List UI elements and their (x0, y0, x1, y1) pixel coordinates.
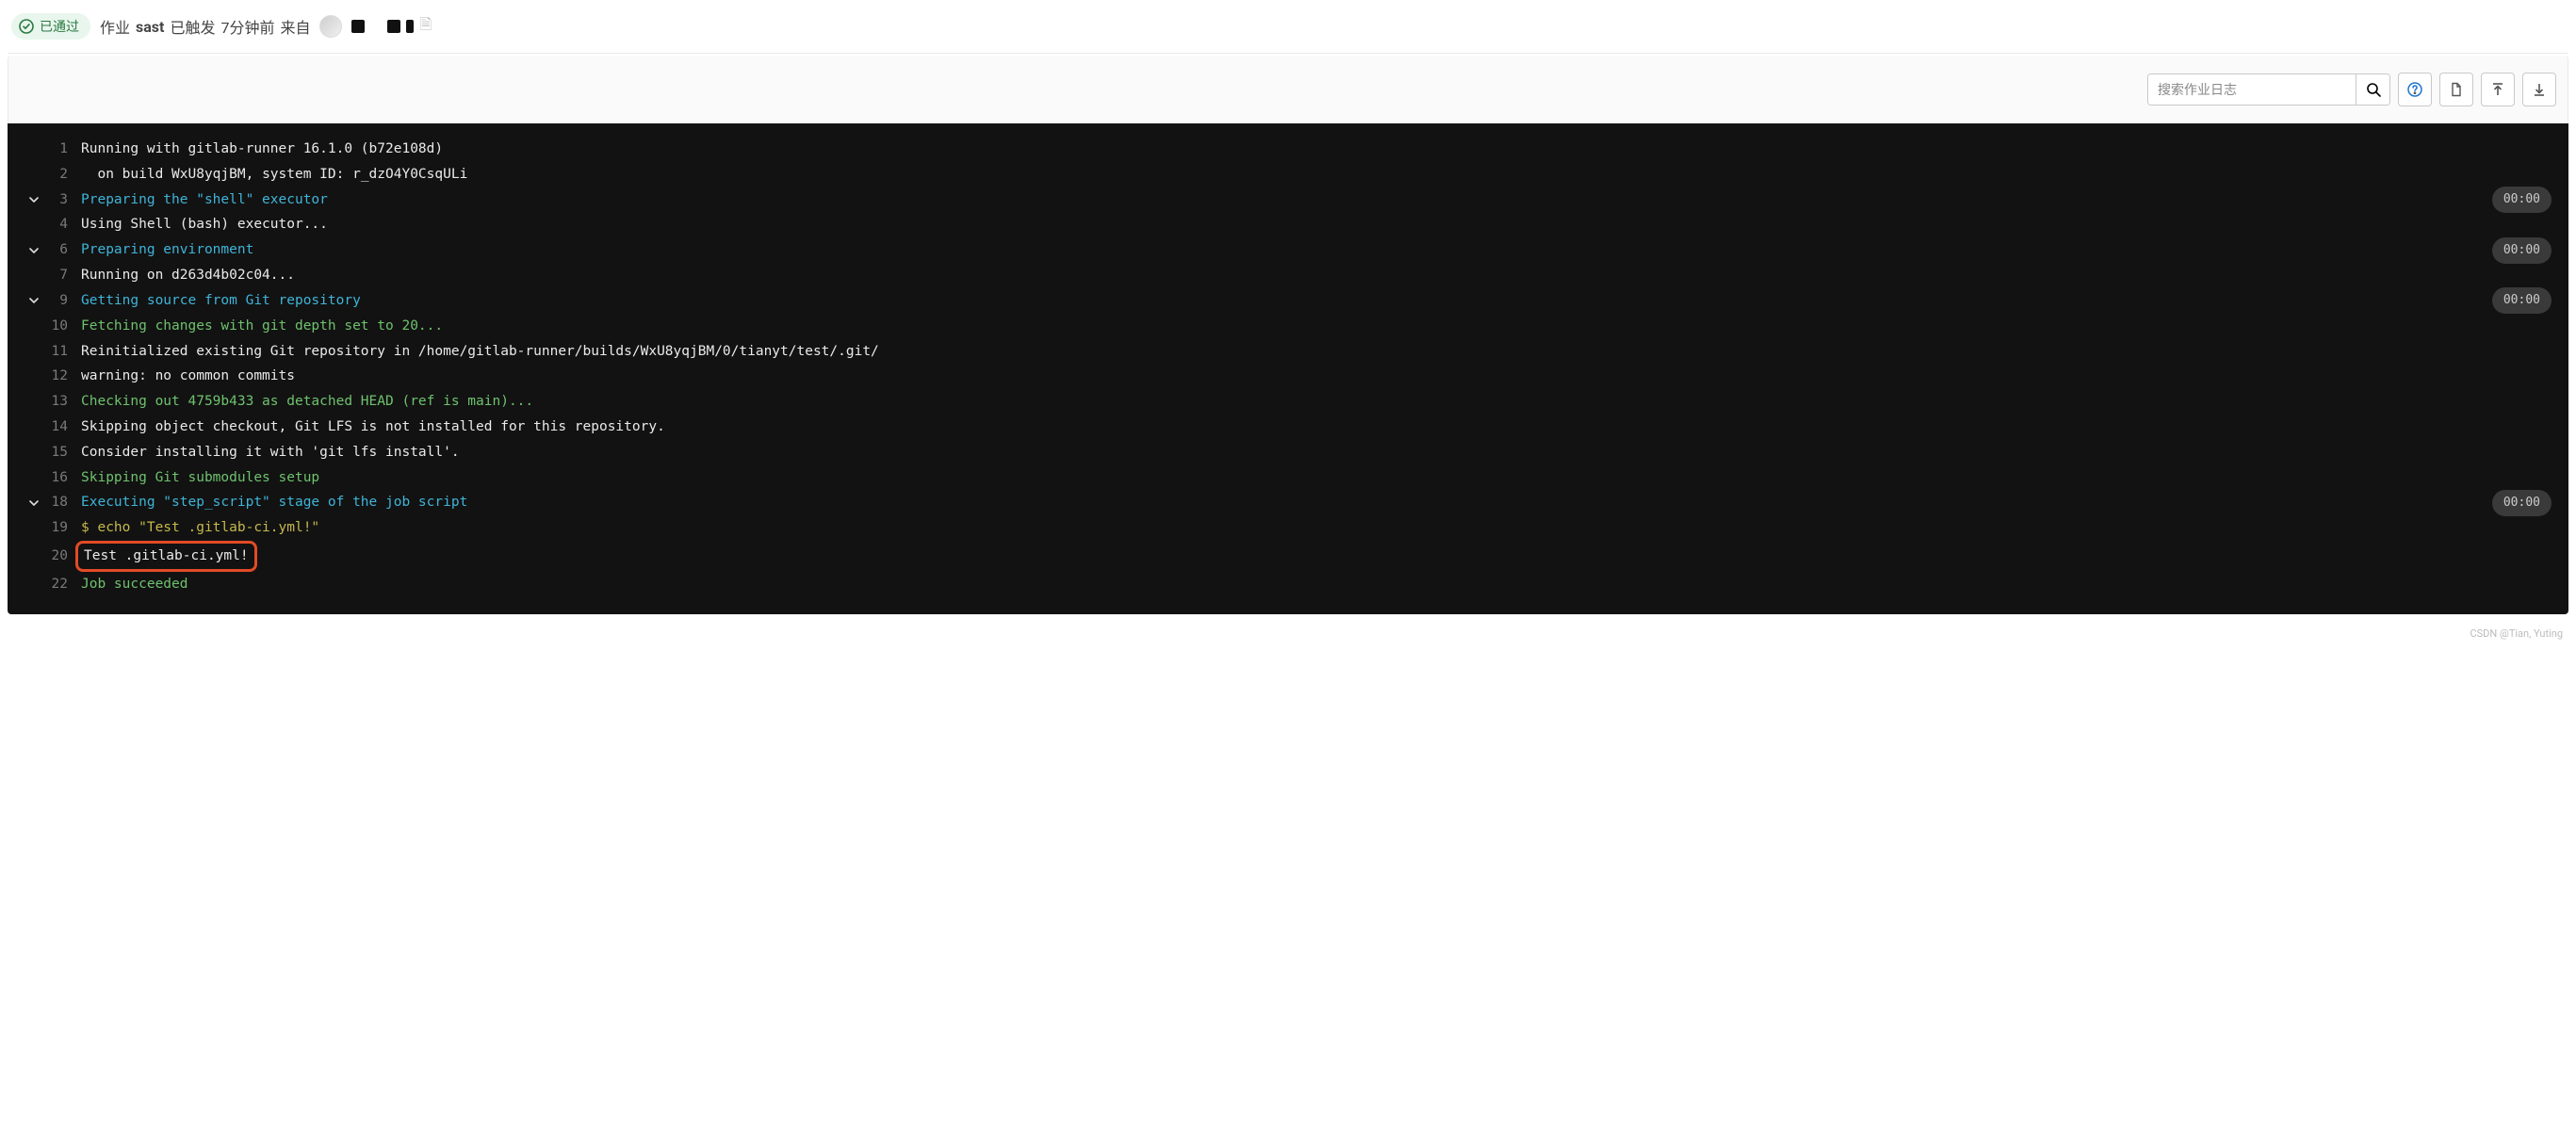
log-text: Preparing environment (81, 237, 2552, 263)
log-text: Running with gitlab-runner 16.1.0 (b72e1… (81, 137, 2552, 162)
job-title-line: 作业 sast 已触发 7分钟前 来自 (100, 15, 310, 38)
job-log: 1Running with gitlab-runner 16.1.0 (b72e… (8, 123, 2568, 614)
help-icon (2407, 82, 2422, 97)
log-text: Preparing the "shell" executor (81, 187, 2552, 213)
log-text: Job succeeded (81, 572, 2552, 597)
section-duration: 00:00 (2492, 287, 2552, 314)
section-duration: 00:00 (2492, 187, 2552, 213)
line-number: 7 (43, 263, 81, 288)
log-line: 1Running with gitlab-runner 16.1.0 (b72e… (24, 137, 2552, 162)
log-text: Checking out 4759b433 as detached HEAD (… (81, 389, 2552, 415)
log-section-header[interactable]: 3Preparing the "shell" executor00:00 (24, 187, 2552, 213)
status-label: 已通过 (40, 17, 79, 36)
log-text: Skipping Git submodules setup (81, 465, 2552, 491)
section-duration: 00:00 (2492, 490, 2552, 516)
arrow-down-bar-icon (2532, 82, 2547, 97)
triggered-text: 已触发 (170, 15, 215, 38)
from-text: 来自 (280, 15, 310, 38)
status-badge: 已通过 (11, 13, 90, 40)
log-text: warning: no common commits (81, 364, 2552, 389)
check-circle-icon (19, 19, 34, 34)
collapse-chevron-icon[interactable] (24, 296, 43, 305)
line-number: 6 (43, 237, 81, 263)
line-number: 22 (43, 572, 81, 597)
line-number: 12 (43, 364, 81, 389)
line-number: 1 (43, 137, 81, 162)
scroll-top-button[interactable] (2481, 73, 2515, 106)
log-text: Skipping object checkout, Git LFS is not… (81, 415, 2552, 440)
search-button[interactable] (2356, 74, 2389, 105)
log-text: Test .gitlab-ci.yml! (81, 541, 2552, 572)
search-icon (2366, 82, 2381, 97)
log-line: 2 on build WxU8yqjBM, system ID: r_dzO4Y… (24, 162, 2552, 187)
job-name: sast (136, 18, 164, 36)
collapse-chevron-icon[interactable] (24, 498, 43, 508)
line-number: 16 (43, 465, 81, 491)
line-number: 4 (43, 212, 81, 237)
line-number: 13 (43, 389, 81, 415)
scroll-bottom-button[interactable] (2522, 73, 2556, 106)
log-text: on build WxU8yqjBM, system ID: r_dzO4Y0C… (81, 162, 2552, 187)
log-text: Getting source from Git repository (81, 288, 2552, 314)
log-line: 22Job succeeded (24, 572, 2552, 597)
log-line: 20Test .gitlab-ci.yml! (24, 541, 2552, 572)
log-toolbar (8, 56, 2568, 123)
log-line: 12warning: no common commits (24, 364, 2552, 389)
log-line: 13Checking out 4759b433 as detached HEAD… (24, 389, 2552, 415)
log-line: 15Consider installing it with 'git lfs i… (24, 440, 2552, 465)
log-text: Consider installing it with 'git lfs ins… (81, 440, 2552, 465)
line-number: 9 (43, 288, 81, 314)
collapse-chevron-icon[interactable] (24, 195, 43, 204)
job-header: 已通过 作业 sast 已触发 7分钟前 来自 🗎 (8, 8, 2568, 54)
log-line: 16Skipping Git submodules setup (24, 465, 2552, 491)
arrow-up-bar-icon (2490, 82, 2505, 97)
log-section-header[interactable]: 9Getting source from Git repository00:00 (24, 288, 2552, 314)
line-number: 3 (43, 187, 81, 213)
time-ago: 7分钟前 (220, 15, 274, 38)
line-number: 2 (43, 162, 81, 187)
line-number: 11 (43, 339, 81, 365)
document-icon (2449, 82, 2464, 97)
log-line: 4Using Shell (bash) executor... (24, 212, 2552, 237)
line-number: 19 (43, 515, 81, 541)
line-number: 18 (43, 490, 81, 515)
log-text: $ echo "Test .gitlab-ci.yml!" (81, 515, 2552, 541)
log-line: 7Running on d263d4b02c04... (24, 263, 2552, 288)
log-text: Running on d263d4b02c04... (81, 263, 2552, 288)
search-wrap (2147, 73, 2390, 106)
log-line: 14Skipping object checkout, Git LFS is n… (24, 415, 2552, 440)
line-number: 14 (43, 415, 81, 440)
log-line: 19$ echo "Test .gitlab-ci.yml!" (24, 515, 2552, 541)
raw-log-button[interactable] (2439, 73, 2473, 106)
line-number: 15 (43, 440, 81, 465)
search-input[interactable] (2148, 74, 2356, 105)
log-text: Executing "step_script" stage of the job… (81, 490, 2552, 515)
log-line: 11Reinitialized existing Git repository … (24, 339, 2552, 365)
avatar[interactable] (319, 15, 342, 38)
log-text: Reinitialized existing Git repository in… (81, 339, 2552, 365)
watermark: CSDN @Tian, Yuting (8, 614, 2568, 640)
help-button[interactable] (2398, 73, 2432, 106)
log-section-header[interactable]: 6Preparing environment00:00 (24, 237, 2552, 263)
section-duration: 00:00 (2492, 237, 2552, 264)
username-redacted: 🗎 (351, 14, 432, 40)
highlight-box: Test .gitlab-ci.yml! (75, 541, 257, 572)
job-prefix: 作业 (100, 15, 130, 38)
collapse-chevron-icon[interactable] (24, 246, 43, 255)
log-section-header[interactable]: 18Executing "step_script" stage of the j… (24, 490, 2552, 515)
line-number: 10 (43, 314, 81, 339)
log-text: Fetching changes with git depth set to 2… (81, 314, 2552, 339)
log-text: Using Shell (bash) executor... (81, 212, 2552, 237)
log-line: 10Fetching changes with git depth set to… (24, 314, 2552, 339)
document-icon: 🗎 (419, 14, 432, 40)
